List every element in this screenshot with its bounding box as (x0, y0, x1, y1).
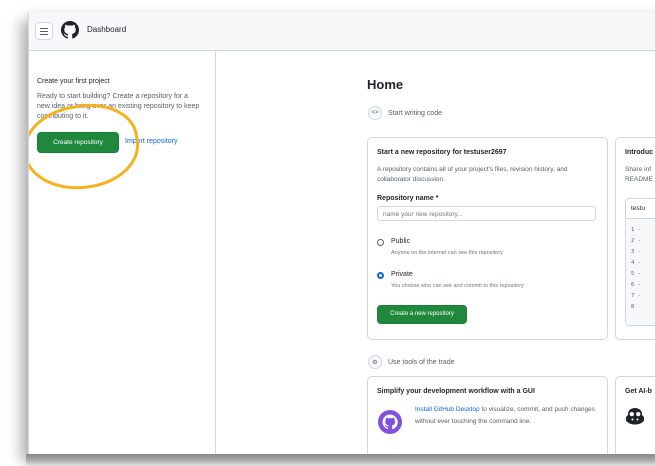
public-label: Public (391, 238, 411, 245)
code-line: 4 - (631, 260, 641, 266)
introduction-card: Introduc Share inf README testu 1 - 2 - … (615, 137, 655, 340)
public-radio[interactable] (377, 239, 384, 246)
sidebar-title: Create your first project (37, 78, 110, 85)
intro-desc-line: README (625, 176, 653, 183)
code-line: 5 - (631, 271, 641, 277)
repo-name-input[interactable]: name your new repository... (377, 206, 596, 221)
code-lines: 1 - 2 - 3 - 4 - 5 - 6 - 7 - 8 (626, 219, 655, 325)
repo-name-label: Repository name * (377, 195, 439, 202)
code-line: 1 - (631, 227, 641, 233)
copilot-icon (626, 408, 644, 425)
section-label: Start writing code (388, 109, 443, 117)
code-line: 6 - (631, 282, 641, 288)
section-label: Use tools of the trade (388, 358, 455, 366)
private-description: You choose who can see and commit to thi… (391, 283, 524, 289)
home-heading: Home (367, 77, 404, 92)
ai-card: Get AI-b (615, 376, 655, 454)
gui-description: Install GitHub Desktop to visualize, com… (415, 404, 600, 428)
browser-window: Dashboard Create your first project Read… (28, 12, 655, 454)
intro-description: Share inf README (625, 165, 653, 185)
code-header: testu (626, 199, 655, 219)
new-repository-card: Start a new repository for testuser2697 … (367, 137, 608, 340)
top-bar: Dashboard (29, 12, 655, 51)
sidebar: Create your first project Ready to start… (29, 51, 216, 454)
section-tools: ⚙ Use tools of the trade (368, 355, 455, 369)
section-start-writing: <> Start writing code (368, 106, 442, 120)
private-radio[interactable] (377, 272, 384, 279)
github-logo-icon[interactable] (61, 21, 79, 39)
card-title: Start a new repository for testuser2697 (377, 149, 507, 156)
intro-title: Introduc (625, 149, 653, 156)
code-line: 8 (631, 304, 635, 310)
card-title: Get AI-b (625, 388, 652, 395)
install-github-desktop-link[interactable]: Install GitHub Desktop (415, 406, 480, 413)
card-description: A repository contains all of your projec… (377, 166, 568, 183)
menu-icon[interactable] (35, 22, 53, 40)
github-desktop-card: Simplify your development workflow with … (367, 376, 608, 454)
code-line: 3 - (631, 249, 641, 255)
main-content: Home <> Start writing code Start a new r… (216, 51, 655, 454)
card-title: Simplify your development workflow with … (377, 388, 535, 395)
intro-desc-line: Share inf (625, 166, 652, 173)
code-line: 2 - (631, 238, 641, 244)
page-title[interactable]: Dashboard (87, 25, 126, 34)
private-label: Private (391, 271, 413, 278)
tools-icon: ⚙ (368, 355, 382, 369)
code-line: 7 - (631, 293, 641, 299)
github-desktop-icon (378, 410, 402, 434)
readme-code-box: testu 1 - 2 - 3 - 4 - 5 - 6 - 7 - 8 (625, 198, 655, 326)
public-description: Anyone on the internet can see this repo… (391, 250, 503, 256)
create-new-repository-button[interactable]: Create a new repository (377, 305, 467, 324)
window-shadow (26, 454, 655, 466)
code-icon: <> (368, 106, 382, 120)
